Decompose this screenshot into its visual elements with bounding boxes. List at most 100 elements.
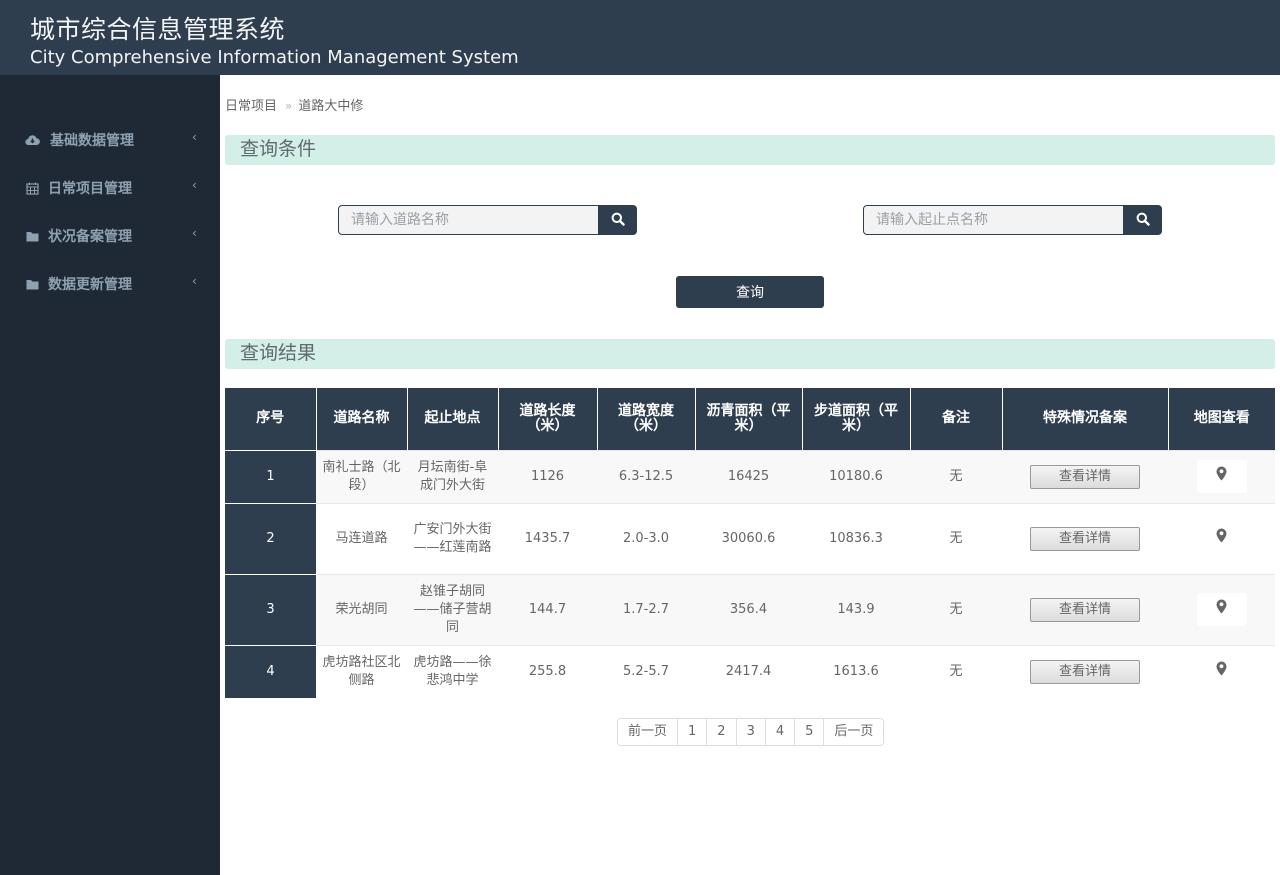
cell-width: 1.7-2.7 — [597, 573, 695, 645]
column-header-index: 序号 — [225, 388, 317, 450]
cell-asphalt-area: 16425 — [695, 449, 802, 503]
pagination-page-4[interactable]: 4 — [765, 719, 796, 745]
column-header-map-view: 地图查看 — [1168, 388, 1275, 450]
search-icon — [611, 212, 625, 229]
column-header-endpoints: 起止地点 — [407, 388, 499, 450]
query-conditions-title: 查询条件 — [240, 138, 317, 160]
column-header-special-records: 特殊情况备案 — [1002, 388, 1169, 450]
cell-sidewalk-area: 1613.6 — [802, 644, 910, 698]
cell-road-name: 马连道路 — [316, 502, 407, 574]
cell-remark: 无 — [910, 644, 1002, 698]
cell-special-records: 查看详情 — [1002, 449, 1168, 503]
column-header-remark: 备注 — [910, 388, 1003, 450]
search-icon — [1136, 212, 1150, 229]
table-row: 4 虎坊路社区北侧路 虎坊路——徐悲鸿中学 255.8 5.2-5.7 2417… — [225, 644, 1275, 698]
folder-icon — [24, 276, 40, 292]
sidebar-item-data-update[interactable]: 数据更新管理 ‹ — [0, 264, 220, 304]
sidebar-item-daily-projects[interactable]: 日常项目管理 ‹ — [0, 168, 220, 208]
cell-endpoints: 月坛南街-阜成门外大街 — [407, 449, 498, 503]
cell-index: 2 — [225, 502, 316, 574]
table-row: 2 马连道路 广安门外大街——红莲南路 1435.7 2.0-3.0 30060… — [225, 502, 1275, 574]
pagination-page-2[interactable]: 2 — [707, 719, 737, 745]
road-name-input[interactable] — [338, 205, 599, 235]
cell-road-name: 荣光胡同 — [316, 573, 407, 645]
breadcrumb-item-daily-projects[interactable]: 日常项目 — [225, 99, 277, 114]
sidebar-item-status-records[interactable]: 状况备案管理 ‹ — [0, 216, 220, 256]
query-results-header: 查询结果 — [225, 339, 1275, 369]
endpoints-search-button[interactable] — [1123, 205, 1162, 235]
map-view-button[interactable] — [1196, 593, 1247, 626]
map-view-button[interactable] — [1197, 522, 1247, 555]
map-marker-icon — [1216, 466, 1227, 487]
cell-index: 1 — [225, 449, 316, 503]
cell-remark: 无 — [910, 573, 1002, 645]
cell-index: 4 — [225, 644, 316, 698]
main-content: 日常项目 » 道路大中修 查询条件 查询 查询结果 序号 道路名称 — [220, 75, 1280, 875]
chevron-left-icon: ‹ — [192, 130, 197, 144]
column-header-width: 道路宽度（米） — [597, 388, 696, 450]
query-button[interactable]: 查询 — [676, 276, 824, 308]
column-header-length: 道路长度（米） — [498, 388, 598, 450]
cell-length: 255.8 — [498, 644, 597, 698]
view-details-button[interactable]: 查看详情 — [1030, 464, 1140, 489]
sidebar: 基础数据管理 ‹ 日常项目管理 ‹ 状况备案管理 ‹ 数据更新管理 ‹ — [0, 75, 220, 875]
sidebar-item-label: 基础数据管理 — [50, 133, 134, 149]
pagination-page-3[interactable]: 3 — [736, 719, 766, 745]
road-name-search-group — [338, 205, 637, 235]
map-view-button[interactable] — [1197, 655, 1247, 688]
cell-width: 2.0-3.0 — [597, 502, 695, 574]
pagination-page-1[interactable]: 1 — [678, 719, 708, 745]
app-header: 城市综合信息管理系统 City Comprehensive Informatio… — [0, 0, 1280, 75]
pagination-page-5[interactable]: 5 — [795, 719, 825, 745]
cell-width: 5.2-5.7 — [597, 644, 695, 698]
endpoints-input[interactable] — [863, 205, 1124, 235]
breadcrumb-separator: » — [285, 99, 293, 113]
cell-map-view — [1168, 644, 1275, 698]
sidebar-item-label: 状况备案管理 — [48, 229, 132, 245]
column-header-asphalt-area: 沥青面积（平米） — [695, 388, 803, 450]
calendar-icon — [24, 180, 40, 196]
cloud-download-icon — [24, 132, 40, 148]
breadcrumb: 日常项目 » 道路大中修 — [225, 95, 363, 114]
map-marker-icon — [1216, 528, 1227, 549]
cell-remark: 无 — [910, 502, 1002, 574]
app-title-cn: 城市综合信息管理系统 — [30, 15, 286, 44]
table-row: 1 南礼士路（北段） 月坛南街-阜成门外大街 1126 6.3-12.5 164… — [225, 449, 1275, 503]
cell-special-records: 查看详情 — [1002, 502, 1168, 574]
column-header-road-name: 道路名称 — [316, 388, 408, 450]
cell-index: 3 — [225, 573, 316, 645]
sidebar-item-basic-data[interactable]: 基础数据管理 ‹ — [0, 120, 220, 160]
map-view-button[interactable] — [1196, 460, 1247, 493]
map-marker-icon — [1216, 599, 1227, 620]
map-marker-icon — [1216, 661, 1227, 682]
chevron-left-icon: ‹ — [192, 178, 197, 192]
sidebar-item-label: 数据更新管理 — [48, 277, 132, 293]
cell-endpoints: 广安门外大街——红莲南路 — [407, 502, 498, 574]
table-header-row: 序号 道路名称 起止地点 道路长度（米） 道路宽度（米） 沥青面积（平米） 步道… — [225, 388, 1275, 450]
view-details-button[interactable]: 查看详情 — [1030, 597, 1140, 622]
cell-endpoints: 赵锥子胡同——储子营胡同 — [407, 573, 498, 645]
cell-road-name: 虎坊路社区北侧路 — [316, 644, 407, 698]
cell-length: 144.7 — [498, 573, 597, 645]
cell-length: 1435.7 — [498, 502, 597, 574]
view-details-button[interactable]: 查看详情 — [1030, 526, 1140, 551]
pagination-next[interactable]: 后一页 — [824, 719, 884, 745]
view-details-button[interactable]: 查看详情 — [1030, 659, 1140, 684]
cell-endpoints: 虎坊路——徐悲鸿中学 — [407, 644, 498, 698]
cell-sidewalk-area: 10180.6 — [802, 449, 910, 503]
results-table: 序号 道路名称 起止地点 道路长度（米） 道路宽度（米） 沥青面积（平米） 步道… — [225, 388, 1275, 698]
cell-asphalt-area: 30060.6 — [695, 502, 802, 574]
cell-asphalt-area: 356.4 — [695, 573, 802, 645]
cell-road-name: 南礼士路（北段） — [316, 449, 407, 503]
sidebar-item-label: 日常项目管理 — [48, 181, 132, 197]
query-results-title: 查询结果 — [240, 342, 317, 364]
pagination-prev[interactable]: 前一页 — [618, 719, 679, 745]
cell-width: 6.3-12.5 — [597, 449, 695, 503]
road-name-search-button[interactable] — [598, 205, 637, 235]
cell-remark: 无 — [910, 449, 1002, 503]
column-header-sidewalk-area: 步道面积（平米） — [802, 388, 911, 450]
breadcrumb-item-road-repair: 道路大中修 — [298, 99, 364, 114]
cell-special-records: 查看详情 — [1002, 573, 1168, 645]
cell-special-records: 查看详情 — [1002, 644, 1168, 698]
cell-sidewalk-area: 10836.3 — [802, 502, 910, 574]
